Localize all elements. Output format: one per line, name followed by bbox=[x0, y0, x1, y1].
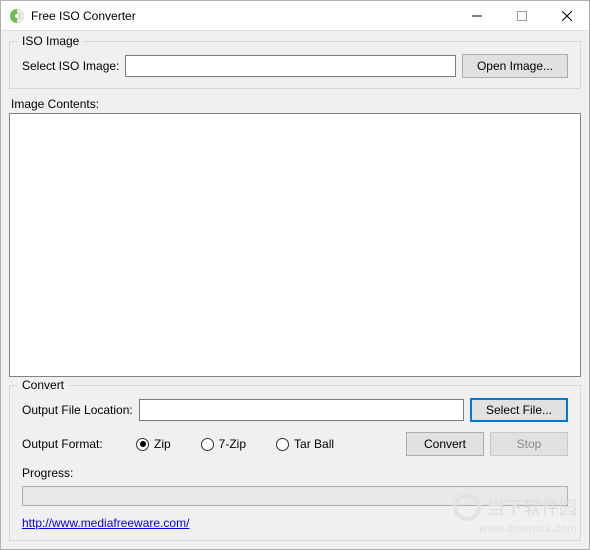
image-contents-list[interactable] bbox=[9, 113, 581, 377]
radio-tarball-label: Tar Ball bbox=[294, 437, 334, 451]
output-location-input[interactable] bbox=[139, 399, 464, 421]
convert-button[interactable]: Convert bbox=[406, 432, 484, 456]
stop-button[interactable]: Stop bbox=[490, 432, 568, 456]
progress-label: Progress: bbox=[22, 466, 568, 480]
radio-dot-icon bbox=[276, 438, 289, 451]
image-contents-label: Image Contents: bbox=[11, 97, 581, 111]
client-area: ISO Image Select ISO Image: Open Image..… bbox=[1, 31, 589, 549]
progress-bar bbox=[22, 486, 568, 506]
radio-7zip[interactable]: 7-Zip bbox=[201, 437, 246, 451]
convert-group-title: Convert bbox=[18, 378, 68, 392]
convert-group: Convert Output File Location: Select Fil… bbox=[9, 385, 581, 541]
iso-group-title: ISO Image bbox=[18, 34, 83, 48]
radio-dot-icon bbox=[136, 438, 149, 451]
select-iso-label: Select ISO Image: bbox=[22, 59, 119, 73]
app-icon bbox=[9, 8, 25, 24]
open-image-button[interactable]: Open Image... bbox=[462, 54, 568, 78]
radio-7zip-label: 7-Zip bbox=[219, 437, 246, 451]
app-window: Free ISO Converter ISO Image Select ISO … bbox=[0, 0, 590, 550]
minimize-button[interactable] bbox=[454, 1, 499, 31]
radio-zip-label: Zip bbox=[154, 437, 171, 451]
radio-zip[interactable]: Zip bbox=[136, 437, 171, 451]
iso-path-input[interactable] bbox=[125, 55, 456, 77]
close-button[interactable] bbox=[544, 1, 589, 31]
maximize-button[interactable] bbox=[499, 1, 544, 31]
radio-tarball[interactable]: Tar Ball bbox=[276, 437, 334, 451]
window-title: Free ISO Converter bbox=[31, 9, 454, 23]
titlebar: Free ISO Converter bbox=[1, 1, 589, 31]
website-link[interactable]: http://www.mediafreeware.com/ bbox=[22, 516, 189, 530]
output-location-label: Output File Location: bbox=[22, 403, 133, 417]
select-file-button[interactable]: Select File... bbox=[470, 398, 568, 422]
radio-dot-icon bbox=[201, 438, 214, 451]
iso-image-group: ISO Image Select ISO Image: Open Image..… bbox=[9, 41, 581, 89]
output-format-label: Output Format: bbox=[22, 437, 130, 451]
